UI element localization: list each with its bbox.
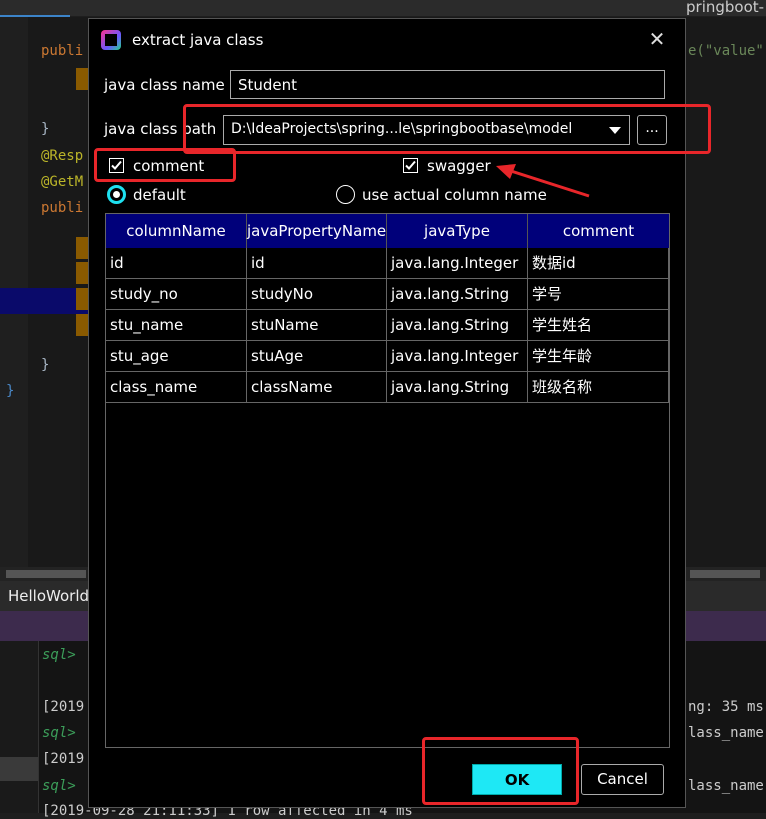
table-cell[interactable]: class_name — [106, 372, 247, 403]
table-cell[interactable]: stuName — [247, 310, 387, 341]
code-mark — [76, 262, 88, 284]
class-name-label: java class name — [104, 76, 225, 94]
table-cell[interactable]: stu_name — [106, 310, 247, 341]
console-line: [2019 — [42, 699, 85, 715]
table-cell[interactable]: 班级名称 — [528, 372, 669, 403]
table-cell[interactable]: 数据id — [528, 248, 669, 279]
checkbox-check-icon — [405, 160, 416, 170]
ide-tab-bar: pringboot-b — [0, 0, 766, 34]
console-prompt: sql> — [42, 725, 76, 741]
table-row[interactable]: stu_name stuName java.lang.String 学生姓名 — [106, 310, 669, 341]
radio-default[interactable] — [107, 185, 126, 204]
code-line: } — [6, 383, 15, 399]
highlighted-line — [0, 288, 88, 314]
column-header[interactable]: columnName — [106, 214, 247, 248]
code-line: publi — [41, 43, 84, 59]
column-header[interactable]: javaPropertyName — [247, 214, 387, 248]
arrow-annotation — [496, 164, 590, 198]
run-tab-label: HelloWorld — [8, 587, 90, 605]
swagger-checkbox[interactable] — [403, 158, 418, 173]
table-cell[interactable]: java.lang.String — [387, 372, 528, 403]
annotation-box-ok — [422, 737, 579, 805]
table-cell[interactable]: studyNo — [247, 279, 387, 310]
scroll-thumb[interactable] — [690, 570, 760, 578]
class-name-input[interactable] — [230, 70, 665, 99]
dialog-title: extract java class — [132, 31, 264, 49]
console-prompt: sql> — [42, 647, 76, 663]
table-cell[interactable]: 学生姓名 — [528, 310, 669, 341]
console-line-right: lass_name) — [688, 778, 766, 794]
scroll-thumb[interactable] — [6, 570, 86, 578]
table-cell[interactable]: java.lang.Integer — [387, 248, 528, 279]
table-cell[interactable]: id — [247, 248, 387, 279]
table-cell[interactable]: 学号 — [528, 279, 669, 310]
table-cell[interactable]: study_no — [106, 279, 247, 310]
dialog-titlebar[interactable]: extract java class ✕ — [89, 19, 685, 61]
swagger-label: swagger — [427, 157, 491, 175]
table-cell[interactable]: 学生年龄 — [528, 341, 669, 372]
table-cell[interactable]: id — [106, 248, 247, 279]
table-row[interactable]: id id java.lang.Integer 数据id — [106, 248, 669, 279]
console-selected — [0, 757, 38, 781]
console-left-strip — [0, 641, 39, 813]
radio-actual-column[interactable] — [336, 185, 355, 204]
code-line: publi — [41, 200, 84, 216]
code-mark — [76, 68, 88, 90]
annotation-box-comment — [94, 148, 236, 182]
table-row[interactable]: study_no studyNo java.lang.String 学号 — [106, 279, 669, 310]
code-mark — [76, 314, 88, 336]
code-line: @Resp — [41, 148, 84, 164]
table-row[interactable]: class_name className java.lang.String 班级… — [106, 372, 669, 403]
close-icon[interactable]: ✕ — [645, 27, 669, 51]
app-icon — [101, 30, 121, 50]
column-header[interactable]: javaType — [387, 214, 528, 248]
table-cell[interactable]: java.lang.Integer — [387, 341, 528, 372]
radio-default-label: default — [133, 186, 186, 204]
code-line: } — [41, 357, 50, 373]
column-header[interactable]: comment — [528, 214, 669, 248]
code-line-right: e("value") — [688, 43, 766, 59]
cancel-button[interactable]: Cancel — [581, 764, 664, 795]
table-cell[interactable]: java.lang.String — [387, 310, 528, 341]
column-mapping-table[interactable]: columnName javaPropertyName javaType com… — [105, 213, 670, 748]
table-header: columnName javaPropertyName javaType com… — [106, 214, 669, 248]
table-cell[interactable]: className — [247, 372, 387, 403]
console-prompt: sql> — [42, 778, 76, 794]
table-cell[interactable]: java.lang.String — [387, 279, 528, 310]
console-line-right: ng: 35 ms — [688, 699, 764, 715]
code-line: @GetM — [41, 174, 84, 190]
console-line: [2019 — [42, 751, 85, 767]
table-cell[interactable]: stu_age — [106, 341, 247, 372]
table-cell[interactable]: stuAge — [247, 341, 387, 372]
code-mark — [76, 237, 88, 259]
table-row[interactable]: stu_age stuAge java.lang.Integer 学生年龄 — [106, 341, 669, 372]
annotation-box-path — [183, 104, 711, 154]
code-line: } — [41, 121, 50, 137]
code-mark — [76, 288, 88, 310]
extract-java-class-dialog: extract java class ✕ java class name jav… — [88, 18, 711, 808]
console-line-right: lass_name) — [688, 725, 766, 741]
